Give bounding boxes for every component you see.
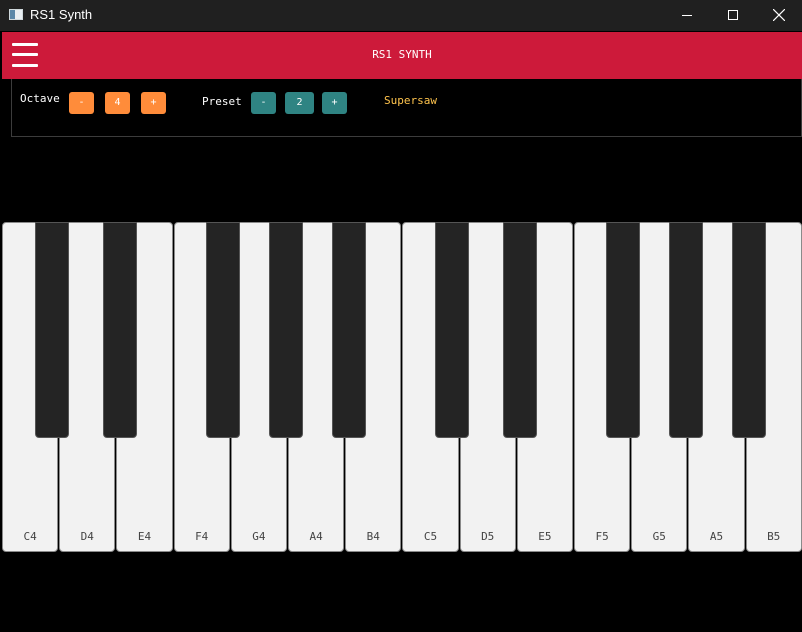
app-title: RS1 SYNTH xyxy=(372,48,432,61)
window-titlebar: RS1 Synth xyxy=(0,0,802,31)
black-key-a-sharp4[interactable] xyxy=(332,222,366,438)
black-key-g-sharp4[interactable] xyxy=(269,222,303,438)
maximize-button[interactable] xyxy=(710,0,756,31)
black-key-f-sharp4[interactable] xyxy=(206,222,240,438)
key-label: D5 xyxy=(481,530,495,543)
key-label: G4 xyxy=(252,530,266,543)
key-label: C4 xyxy=(23,530,37,543)
octave-decrease-button[interactable]: - xyxy=(69,92,94,114)
preset-name: Supersaw xyxy=(384,94,437,107)
key-label: E5 xyxy=(538,530,552,543)
octave-value: 4 xyxy=(105,92,130,114)
black-key-g-sharp5[interactable] xyxy=(669,222,703,438)
key-label: A4 xyxy=(309,530,323,543)
black-key-d-sharp4[interactable] xyxy=(103,222,137,438)
key-label: G5 xyxy=(652,530,666,543)
app-header: RS1 SYNTH xyxy=(2,32,802,79)
window-title: RS1 Synth xyxy=(30,7,93,22)
key-label: D4 xyxy=(80,530,94,543)
key-label: E4 xyxy=(137,530,152,543)
key-label: B4 xyxy=(366,530,380,543)
black-key-c-sharp5[interactable] xyxy=(435,222,469,438)
app-icon xyxy=(9,9,23,20)
key-label: A5 xyxy=(709,530,724,543)
octave-label: Octave xyxy=(20,92,60,105)
black-key-d-sharp5[interactable] xyxy=(503,222,537,438)
key-label: C5 xyxy=(423,530,438,543)
black-key-f-sharp5[interactable] xyxy=(606,222,640,438)
preset-value: 2 xyxy=(285,92,314,114)
minimize-button[interactable] xyxy=(664,0,710,31)
octave-increase-button[interactable]: + xyxy=(141,92,166,114)
preset-decrease-button[interactable]: - xyxy=(251,92,276,114)
black-key-a-sharp5[interactable] xyxy=(732,222,766,438)
piano-keyboard: C4 D4 E4 F4 G4 A4 B4 C5 D5 E5 F5 G5 A5 B5 xyxy=(0,222,802,554)
preset-increase-button[interactable]: + xyxy=(322,92,347,114)
close-icon xyxy=(773,9,785,21)
close-button[interactable] xyxy=(756,0,802,31)
black-key-c-sharp4[interactable] xyxy=(35,222,69,438)
controls-panel: Octave - 4 + Preset - 2 + Supersaw xyxy=(11,79,802,137)
key-label: F4 xyxy=(195,530,209,543)
key-label: F5 xyxy=(595,530,609,543)
preset-label: Preset xyxy=(202,95,242,108)
key-label: B5 xyxy=(767,530,781,543)
